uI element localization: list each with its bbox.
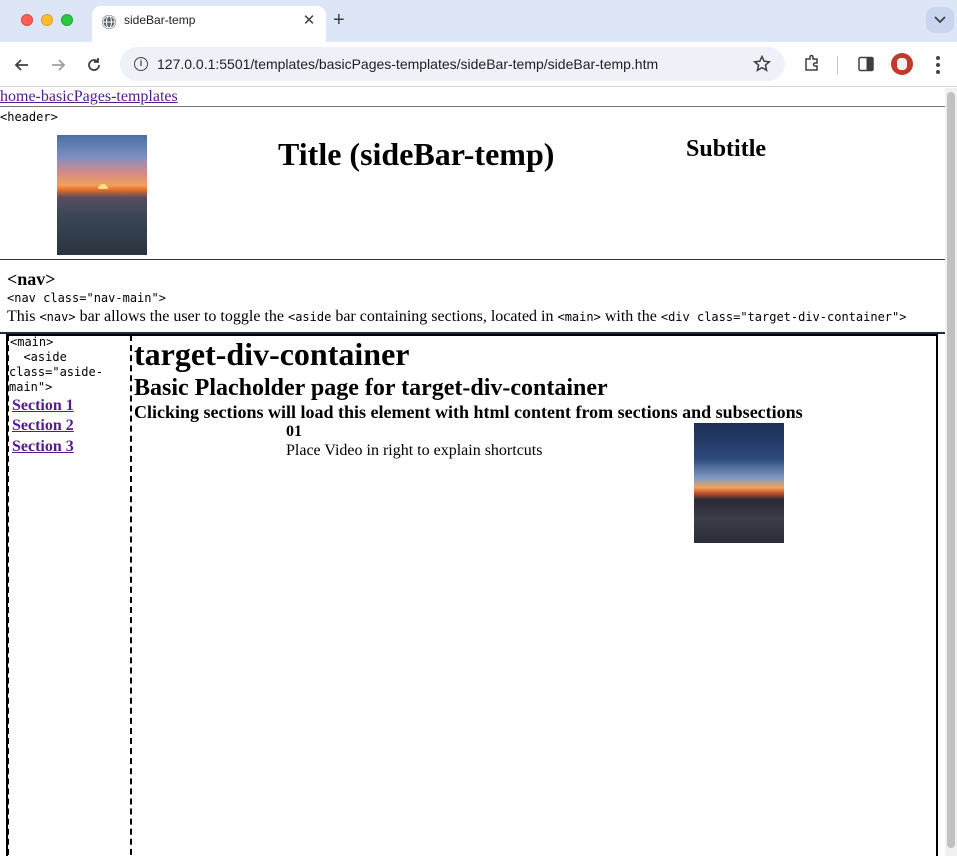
divider (0, 259, 945, 260)
tab-close-icon[interactable]: ✕ (300, 11, 318, 29)
main-tag-label: <main> (10, 335, 54, 349)
nav-description: This <nav> bar allows the user to toggle… (7, 308, 907, 325)
nav-heading: <nav> (7, 269, 56, 289)
aside-tag-label: <aside class="aside-main"> (9, 350, 103, 394)
more-menu-icon[interactable] (931, 55, 945, 75)
site-info-icon[interactable]: i (134, 57, 148, 71)
target-heading: target-div-container (134, 336, 410, 372)
section-link-2[interactable]: Section 2 (12, 417, 74, 435)
minimize-window-button[interactable] (41, 14, 53, 26)
profile-avatar[interactable] (891, 53, 913, 75)
vertical-scrollbar[interactable] (945, 88, 957, 856)
home-link[interactable]: home-basicPages-templates (0, 88, 178, 106)
extensions-puzzle-icon[interactable] (803, 54, 821, 72)
globe-icon (102, 15, 116, 29)
back-arrow-icon[interactable] (12, 55, 32, 75)
nav-code-label: <nav class="nav-main"> (7, 291, 166, 305)
item-number: 01 (286, 423, 302, 440)
video-placeholder-text: Place Video in right to explain shortcut… (286, 442, 543, 459)
page-subtitle: Subtitle (686, 136, 767, 162)
reload-icon[interactable] (84, 55, 104, 75)
section-link-1[interactable]: Section 1 (12, 397, 74, 415)
target-instruction: Clicking sections will load this element… (134, 402, 803, 422)
browser-tab[interactable]: sideBar-temp ✕ (92, 6, 326, 42)
side-panel-icon[interactable] (858, 56, 874, 72)
forward-arrow-icon[interactable] (48, 55, 68, 75)
target-subheading: Basic Placholder page for target-div-con… (134, 375, 608, 401)
close-window-button[interactable] (21, 14, 33, 26)
target-div-container: target-div-container Basic Placholder pa… (133, 336, 933, 856)
header-sunset-image (57, 135, 147, 255)
chevron-down-icon (934, 16, 946, 24)
section-link-3[interactable]: Section 3 (12, 438, 74, 456)
aside-sidebar: <main> <aside class="aside-main"> Sectio… (7, 335, 132, 856)
tab-title: sideBar-temp (124, 13, 196, 27)
tab-search-button[interactable] (926, 7, 954, 33)
url-text[interactable]: 127.0.0.1:5501/templates/basicPages-temp… (157, 56, 658, 72)
horizon-image (694, 423, 784, 543)
tab-strip: sideBar-temp ✕ + (0, 0, 957, 42)
new-tab-button[interactable]: + (333, 9, 345, 31)
bookmark-star-icon[interactable] (753, 55, 771, 73)
scrollbar-thumb[interactable] (947, 92, 955, 848)
address-bar[interactable]: i 127.0.0.1:5501/templates/basicPages-te… (120, 47, 785, 81)
page-viewport: home-basicPages-templates <header> Title… (0, 88, 945, 856)
maximize-window-button[interactable] (61, 14, 73, 26)
page-title: Title (sideBar-temp) (278, 136, 555, 172)
header-tag-label: <header> (0, 110, 58, 124)
toolbar-divider (837, 56, 838, 74)
divider (0, 106, 945, 107)
browser-toolbar: i 127.0.0.1:5501/templates/basicPages-te… (0, 42, 957, 87)
